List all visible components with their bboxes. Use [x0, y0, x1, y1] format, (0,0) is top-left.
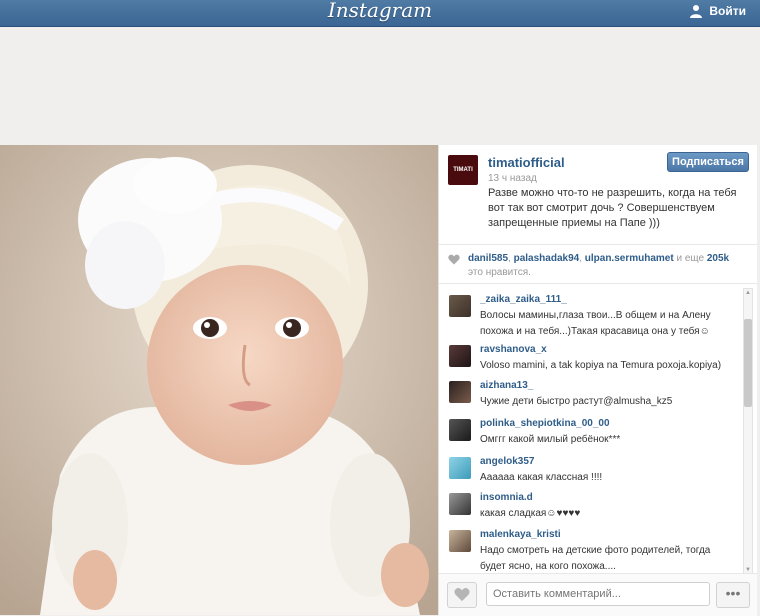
scroll-up-icon[interactable]: ▲: [744, 289, 752, 297]
comment-text: Волосы мамины,глаза твои...В общем и на …: [480, 310, 711, 337]
instagram-logo[interactable]: Instagram: [0, 0, 760, 22]
avatar[interactable]: TIMATI: [448, 155, 478, 185]
post-time: 13 ч назад: [488, 173, 537, 184]
scroll-thumb[interactable]: [744, 319, 752, 407]
comment-text: Надо смотреть на детские фото родителей,…: [480, 545, 711, 572]
like-user[interactable]: danil585: [468, 253, 508, 264]
comment-username[interactable]: angelok357: [480, 456, 534, 467]
comments-scrollbar[interactable]: ▲ ▼: [743, 288, 753, 575]
comments-list[interactable]: _zaika_zaika_111_ Волосы мамины,глаза тв…: [439, 290, 739, 572]
post-caption: Разве можно что-то не разрешить, когда н…: [488, 187, 737, 229]
comment-text: Voloso mamini, a tak kopiya na Temura po…: [480, 360, 722, 371]
post-photo[interactable]: [0, 145, 438, 615]
comment-username[interactable]: polinka_shepiotkina_00_00: [480, 418, 610, 429]
comment-text: Аааааа какая классная !!!!: [480, 472, 603, 483]
comment-bar: •••: [439, 573, 757, 616]
commenter-avatar[interactable]: [449, 419, 471, 441]
commenter-avatar[interactable]: [449, 493, 471, 515]
comment-text: Омггг какой милый ребёнок***: [480, 434, 621, 445]
top-bar: Instagram Войти: [0, 0, 760, 27]
comment-username[interactable]: insomnia.d: [480, 492, 533, 503]
likes-summary: danil585, palashadak94, ulpan.sermuhamet…: [448, 252, 748, 280]
likes-suffix: это нравится.: [468, 267, 531, 278]
commenter-avatar[interactable]: [449, 345, 471, 367]
heart-icon: [448, 254, 460, 270]
likes-count[interactable]: 205k: [707, 253, 729, 264]
commenter-avatar[interactable]: [449, 530, 471, 552]
login-button[interactable]: Войти: [689, 4, 746, 18]
more-options-button[interactable]: •••: [716, 582, 750, 608]
divider: [439, 283, 757, 284]
comment-username[interactable]: ravshanova_x: [480, 344, 547, 355]
comment-username[interactable]: malenkaya_kristi: [480, 529, 561, 540]
comment-text: Чужие дети быстро растут@almusha_kz5: [480, 396, 673, 407]
like-user[interactable]: palashadak94: [514, 253, 580, 264]
comment-input[interactable]: [486, 582, 710, 606]
comment-username[interactable]: aizhana13_: [480, 380, 533, 391]
person-icon: [689, 4, 703, 18]
post-username[interactable]: timatiofficial: [488, 155, 565, 170]
comment-text: какая сладкая☺♥♥♥♥: [480, 508, 581, 519]
commenter-avatar[interactable]: [449, 381, 471, 403]
like-button[interactable]: [447, 582, 477, 608]
like-user[interactable]: ulpan.sermuhamet: [585, 253, 674, 264]
divider: [439, 244, 757, 245]
likes-more-text: и еще: [676, 253, 705, 264]
commenter-avatar[interactable]: [449, 295, 471, 317]
post-panel: TIMATI timatiofficial 13 ч назад Разве м…: [438, 145, 757, 616]
commenter-avatar[interactable]: [449, 457, 471, 479]
comment-username[interactable]: _zaika_zaika_111_: [480, 294, 567, 305]
login-label: Войти: [709, 4, 746, 18]
follow-button[interactable]: Подписаться: [667, 152, 749, 172]
